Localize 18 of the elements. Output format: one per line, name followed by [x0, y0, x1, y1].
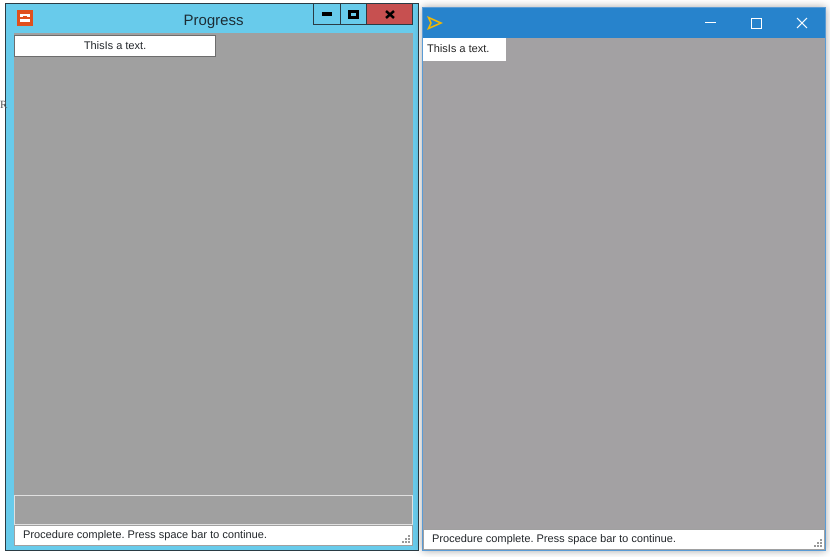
play-icon: [427, 16, 443, 30]
minimize-icon: [704, 22, 716, 24]
resize-grip-icon[interactable]: [814, 539, 822, 547]
maximize-icon: [750, 18, 762, 28]
resize-grip-icon[interactable]: [402, 535, 410, 543]
status-text: Procedure complete. Press space bar to continue.: [23, 528, 267, 544]
status-text: Procedure complete. Press space bar to continue.: [432, 532, 676, 548]
maximize-button[interactable]: [341, 4, 367, 25]
minimize-icon: [322, 12, 332, 16]
app-icon: [17, 10, 33, 26]
close-button[interactable]: [367, 4, 413, 25]
minimize-button[interactable]: [313, 4, 341, 25]
close-icon: [796, 17, 808, 29]
text-label: ThisIs a text.: [423, 38, 506, 61]
close-icon: [384, 10, 394, 18]
maximize-icon: [348, 10, 359, 18]
text-label: ThisIs a text.: [14, 35, 216, 57]
window-title: Progress: [182, 11, 245, 31]
